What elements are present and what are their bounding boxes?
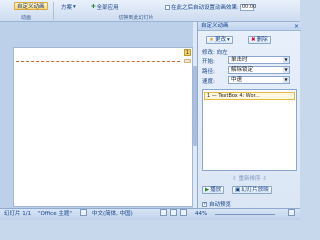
change-label: 更改 (214, 37, 226, 43)
chevron-down-icon: ▾ (226, 37, 230, 43)
slide-sorter-view-icon[interactable] (170, 209, 177, 216)
arrow-down-icon[interactable]: ⇩ (262, 176, 267, 182)
play-label: 播放 (210, 187, 222, 193)
animation-item-label: 1 — TextBox 4: Wor... (207, 93, 260, 99)
theme-name: "Office 主题" (38, 211, 72, 217)
auto-preview-checkbox[interactable]: ✓ (202, 201, 207, 207)
slide-counter: 幻灯片 1/1 (4, 211, 32, 217)
star-icon: ★ (209, 37, 214, 43)
change-effect-button[interactable]: ★ 更改 ▾ (206, 36, 233, 44)
zoom-slider[interactable] (215, 214, 275, 215)
chevron-down-icon: ▾ (73, 4, 76, 10)
ribbon: 自定义动画 动画 方案 ▾ ✚ 全部应用 切换到此幻灯片 在此之后自动设置动画效… (0, 0, 300, 22)
list-item[interactable]: 1 — TextBox 4: Wor... (204, 92, 295, 100)
auto-preview-label: 自动预览 (209, 202, 232, 208)
transition-group: 方案 ▾ ✚ 全部应用 切换到此幻灯片 (55, 0, 167, 22)
status-bar: 幻灯片 1/1 "Office 主题" 中文(简体, 中国) 44% (0, 208, 300, 220)
chevron-down-icon: ▼ (283, 77, 289, 83)
speed-label: 速度: (202, 79, 215, 85)
custom-animation-button[interactable]: 自定义动画 (14, 2, 48, 10)
transition-group-label: 切换到此幻灯片 (118, 15, 154, 21)
auto-after-time-input[interactable]: 00:00 (239, 3, 256, 11)
reorder-controls[interactable]: ⇧ 重新排序 ⇩ (202, 174, 297, 182)
slide-canvas[interactable]: 1 (13, 47, 193, 207)
chevron-down-icon: ▼ (283, 67, 289, 73)
text-placeholder-border[interactable] (16, 61, 180, 62)
speed-select[interactable]: 中速 ▼ (228, 76, 290, 84)
modify-heading: 修改: 向左 (202, 50, 228, 56)
delete-icon: ✖ (251, 37, 256, 43)
play-icon: ▶ (205, 187, 210, 193)
scheme-dropdown[interactable]: 方案 ▾ (61, 3, 76, 11)
path-label: 路径: (202, 69, 215, 75)
play-button[interactable]: ▶ 播放 (202, 186, 225, 194)
zoom-level[interactable]: 44% (195, 209, 207, 220)
delete-label: 删除 (256, 37, 268, 43)
slide-edit-area: 1 (0, 22, 196, 208)
path-value: 解除锁定 (231, 67, 254, 73)
auto-after-checkbox[interactable] (165, 4, 170, 10)
animation-order-tag-secondary (184, 59, 191, 63)
auto-preview-option[interactable]: ✓ 自动预览 (202, 200, 231, 208)
spellcheck-icon[interactable] (80, 209, 87, 216)
animation-order-tag[interactable]: 1 (184, 49, 191, 56)
slideshow-button[interactable]: ▣ 幻灯片放映 (232, 186, 272, 194)
auto-after-label: 在此之后自动设置动画效果: (171, 5, 239, 11)
delete-effect-button[interactable]: ✖ 删除 (248, 36, 271, 44)
custom-animation-pane: 自定义动画 × ★ 更改 ▾ ✖ 删除 修改: 向左 开始: 单击时 ▼ 路径:… (197, 22, 301, 208)
fit-window-icon[interactable] (288, 209, 295, 216)
apply-all-icon: ✚ (91, 4, 96, 10)
slideshow-icon: ▣ (235, 187, 241, 193)
pane-title-bar: 自定义动画 × (198, 22, 301, 31)
arrow-up-icon[interactable]: ⇧ (232, 176, 237, 182)
chevron-down-icon: ▼ (283, 57, 289, 63)
start-value: 单击时 (231, 57, 248, 63)
custom-animation-label: 自定义动画 (17, 4, 45, 10)
path-select[interactable]: 解除锁定 ▼ (228, 66, 290, 74)
apply-all-button[interactable]: ✚ 全部应用 (91, 3, 119, 11)
animation-group: 自定义动画 动画 (0, 0, 52, 22)
slideshow-label: 幻灯片放映 (241, 187, 269, 193)
close-icon[interactable]: × (294, 23, 299, 30)
animation-list[interactable]: 1 — TextBox 4: Wor... (202, 89, 297, 171)
normal-view-icon[interactable] (160, 209, 167, 216)
apply-all-label: 全部应用 (96, 5, 119, 11)
auto-after-option[interactable]: 在此之后自动设置动画效果: 00:00 (165, 3, 256, 11)
speed-value: 中速 (231, 77, 243, 83)
slideshow-view-icon[interactable] (180, 209, 187, 216)
ribbon-separator (53, 2, 54, 20)
scheme-label: 方案 (61, 5, 73, 11)
pane-title: 自定义动画 (201, 23, 229, 29)
start-select[interactable]: 单击时 ▼ (228, 56, 290, 64)
reorder-label: 重新排序 (238, 176, 261, 182)
start-label: 开始: (202, 59, 215, 65)
animation-group-label: 动画 (20, 15, 31, 21)
language-indicator[interactable]: 中文(简体, 中国) (92, 209, 133, 220)
